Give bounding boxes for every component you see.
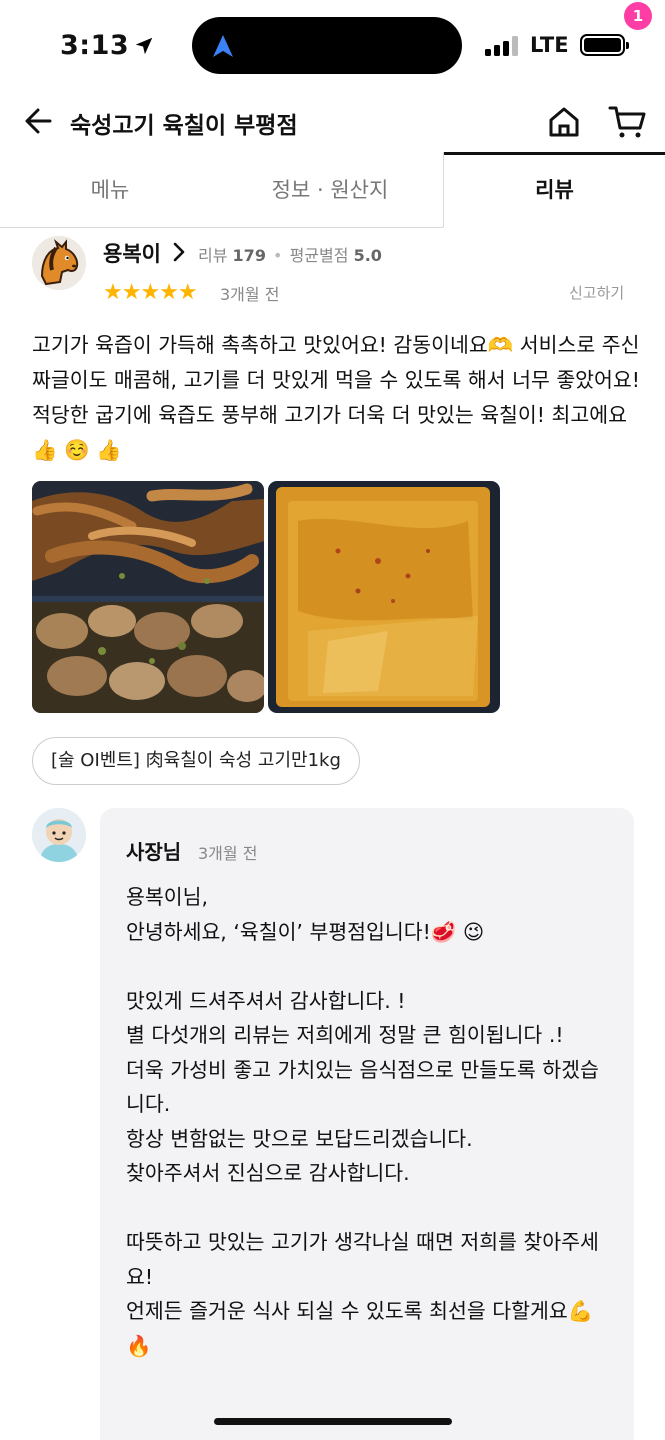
network-type: LTE (530, 33, 569, 57)
review-photo[interactable] (268, 481, 500, 713)
page-title: 숙성고기 육칠이 부평점 (70, 113, 298, 139)
reviewer-stats: 리뷰 179 • 평균별점 5.0 (198, 246, 382, 265)
home-indicator[interactable] (214, 1418, 452, 1425)
reviewer-avatar[interactable] (32, 236, 86, 290)
reviewer-name[interactable]: 용복이 (103, 238, 161, 268)
location-arrow-icon (135, 37, 153, 55)
back-arrow-icon[interactable] (22, 104, 56, 138)
menu-chip[interactable]: [술 OI벤트] 肉육칠이 숙성 고기만1kg (32, 737, 360, 785)
report-button[interactable]: 신고하기 (569, 282, 624, 303)
owner-name: 사장님 (126, 840, 182, 864)
tab-review-label: 리뷰 (535, 178, 574, 202)
review-photo[interactable] (32, 481, 264, 713)
battery-icon (580, 34, 629, 56)
separator-dot: • (273, 246, 283, 265)
reply-time: 3개월 전 (198, 844, 258, 863)
chevron-right-icon[interactable] (172, 242, 186, 262)
dynamic-island (192, 17, 462, 74)
signal-icon (485, 36, 518, 56)
tab-bar: 메뉴 정보 · 원산지 리뷰 (0, 152, 665, 228)
star-rating: ★★★★★ (103, 280, 198, 305)
home-icon[interactable] (546, 104, 582, 140)
app-header: 숙성고기 육칠이 부평점 (0, 92, 665, 152)
status-time: 3:13 (60, 30, 155, 61)
owner-avatar-icon (32, 808, 86, 862)
cart-icon[interactable] (608, 104, 648, 140)
grilled-meat-photo (32, 481, 264, 713)
owner-avatar (32, 808, 86, 862)
horse-avatar-icon (32, 236, 86, 290)
status-bar: 3:13 LTE (0, 0, 665, 92)
owner-reply-text: 용복이님, 안녕하세요, ‘육칠이’ 부평점입니다!🥩 😉 맛있게 드셔주셔서 … (126, 885, 599, 1358)
tab-info[interactable]: 정보 · 원산지 (250, 174, 410, 204)
review-time: 3개월 전 (220, 285, 280, 304)
navigation-arrow-icon (213, 35, 233, 57)
tab-review[interactable]: 리뷰 (444, 152, 665, 228)
cart-count-badge: 1 (624, 2, 652, 30)
review-text: 고기가 육즙이 가득해 촉촉하고 맛있어요! 감동이네요🫶 서비스로 주신 짜글… (32, 333, 640, 462)
tab-menu[interactable]: 메뉴 (60, 174, 160, 204)
stew-photo (268, 481, 500, 713)
